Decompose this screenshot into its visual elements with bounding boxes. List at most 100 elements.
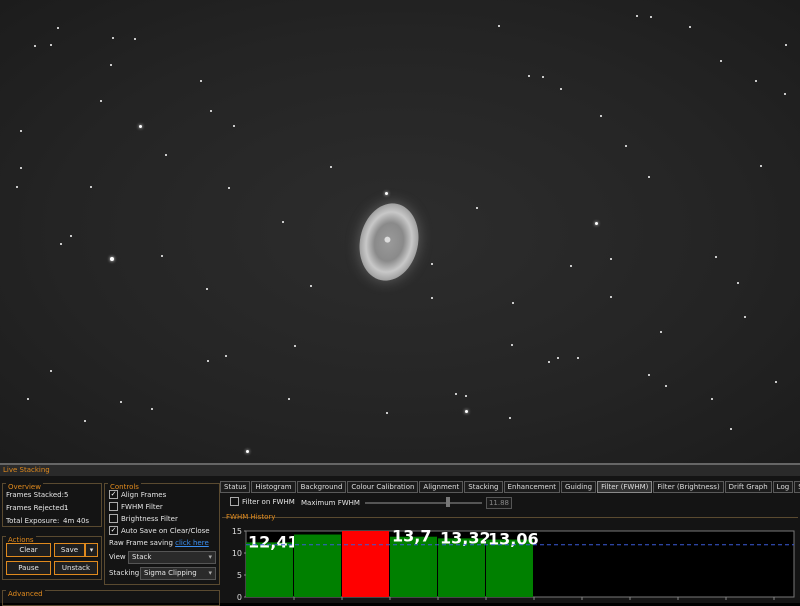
star: [455, 393, 457, 395]
star: [660, 331, 662, 333]
star: [50, 44, 52, 46]
y-tick-label: 0: [237, 593, 242, 601]
star: [50, 370, 52, 372]
auto-save-label: Auto Save on Clear/Close: [121, 526, 210, 535]
star: [431, 263, 433, 265]
auto-save-checkbox[interactable]: ✓ Auto Save on Clear/Close: [109, 526, 210, 535]
star: [648, 176, 650, 178]
y-tick-label: 15: [232, 527, 242, 536]
tab-filter-brightness[interactable]: Filter (Brightness): [653, 481, 724, 493]
star: [20, 167, 22, 169]
star: [70, 235, 72, 237]
tab-background[interactable]: Background: [296, 481, 347, 493]
star: [509, 417, 511, 419]
star: [715, 256, 717, 258]
fwhm-filter-checkbox[interactable]: FWHM Filter: [109, 502, 163, 511]
star: [625, 145, 627, 147]
slider-handle[interactable]: [446, 497, 450, 507]
star: [465, 410, 468, 413]
star: [90, 186, 92, 188]
stacking-label: Stacking: [109, 569, 140, 577]
pause-button[interactable]: Pause: [6, 561, 51, 575]
overview-title: Overview: [6, 483, 43, 491]
fwhm-bar: [342, 531, 389, 597]
stacking-select[interactable]: Sigma Clipping ▾: [140, 567, 216, 580]
star: [595, 222, 598, 225]
tab-colour-calibration[interactable]: Colour Calibration: [347, 481, 419, 493]
star: [689, 26, 691, 28]
save-dropdown-button[interactable]: ▾: [85, 543, 98, 557]
star: [233, 125, 235, 127]
raw-frame-saving-label: Raw Frame saving click here: [109, 539, 209, 547]
checkbox-box: [230, 497, 239, 506]
view-label: View: [109, 553, 126, 561]
chevron-down-icon: ▾: [208, 569, 212, 577]
nebula-image: [352, 197, 426, 287]
star: [560, 88, 562, 90]
panel-title: Live Stacking: [0, 465, 800, 476]
star: [200, 80, 202, 82]
raw-frame-link[interactable]: click here: [175, 539, 209, 547]
star: [511, 344, 513, 346]
tab-enhancement[interactable]: Enhancement: [503, 481, 560, 493]
advanced-title: Advanced: [6, 590, 45, 598]
maximum-fwhm-label: Maximum FWHM: [301, 499, 360, 507]
star: [600, 115, 602, 117]
bar-value-label: 13,06: [488, 530, 539, 549]
star: [665, 385, 667, 387]
tab-stacking[interactable]: Stacking: [464, 481, 503, 493]
checkbox-box: ✓: [109, 526, 118, 535]
star: [528, 75, 530, 77]
tab-bar: Status Histogram Background Colour Calibrat…: [220, 481, 800, 493]
tab-alignment[interactable]: Alignment: [419, 481, 464, 493]
tab-settings[interactable]: Settings: [794, 481, 800, 493]
star: [100, 100, 102, 102]
star: [465, 395, 467, 397]
tab-log[interactable]: Log: [772, 481, 794, 493]
star: [760, 165, 762, 167]
star: [775, 381, 777, 383]
maximum-fwhm-value[interactable]: 11.88: [486, 497, 512, 509]
star: [512, 302, 514, 304]
star: [120, 401, 122, 403]
tab-guiding[interactable]: Guiding: [561, 481, 597, 493]
chevron-down-icon: ▾: [208, 553, 212, 561]
tab-filter-fwhm[interactable]: Filter (FWHM): [597, 481, 653, 493]
brightness-filter-checkbox[interactable]: Brightness Filter: [109, 514, 178, 523]
view-select[interactable]: Stack ▾: [128, 551, 216, 564]
star: [570, 265, 572, 267]
tab-drift-graph[interactable]: Drift Graph: [724, 481, 772, 493]
star: [110, 257, 114, 261]
star: [577, 357, 579, 359]
maximum-fwhm-slider[interactable]: [365, 502, 482, 504]
brightness-filter-label: Brightness Filter: [121, 514, 178, 523]
stacked-image-view: [0, 0, 800, 463]
star: [476, 207, 478, 209]
star: [206, 288, 208, 290]
clear-button[interactable]: Clear: [6, 543, 51, 557]
bar-value-label: 12,41: [248, 532, 299, 551]
star: [27, 398, 29, 400]
star: [610, 296, 612, 298]
checkbox-box: ✓: [109, 490, 118, 499]
live-stacking-panel: Live Stacking Overview Frames Stacked: 5…: [0, 463, 800, 606]
frames-stacked-value: 5: [64, 491, 69, 499]
filter-on-fwhm-checkbox[interactable]: Filter on FWHM: [230, 497, 295, 506]
view-select-value: Stack: [132, 553, 152, 561]
star: [161, 255, 163, 257]
tab-status[interactable]: Status: [220, 481, 251, 493]
align-frames-checkbox[interactable]: ✓ Align Frames: [109, 490, 166, 499]
save-button[interactable]: Save: [54, 543, 85, 557]
stacking-select-value: Sigma Clipping: [144, 569, 197, 577]
star: [165, 154, 167, 156]
star: [636, 15, 638, 17]
star: [737, 282, 739, 284]
tab-histogram[interactable]: Histogram: [251, 481, 296, 493]
star: [648, 374, 650, 376]
star: [16, 186, 18, 188]
star: [228, 187, 230, 189]
star: [20, 130, 22, 132]
unstack-button[interactable]: Unstack: [54, 561, 98, 575]
star: [386, 412, 388, 414]
star: [310, 285, 312, 287]
